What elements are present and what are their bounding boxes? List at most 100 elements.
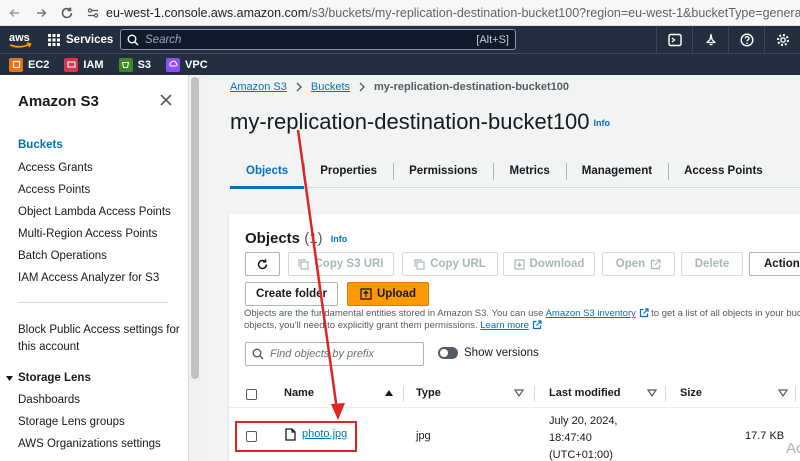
download-label: Download: [529, 258, 585, 270]
tab-metrics[interactable]: Metrics: [493, 154, 565, 188]
ec2-icon: [9, 57, 23, 72]
cloudshell-icon[interactable]: [656, 26, 692, 53]
sidebar-item-access-points[interactable]: Access Points: [18, 184, 90, 196]
s3-icon: [118, 57, 133, 72]
sidebar-item-multi-region[interactable]: Multi-Region Access Points: [18, 228, 157, 240]
show-versions-label: Show versions: [464, 347, 539, 359]
bell-icon[interactable]: [692, 26, 728, 53]
inventory-link[interactable]: Amazon S3 inventory: [546, 308, 636, 319]
favorite-s3[interactable]: S3: [118, 57, 151, 72]
chevron-right-icon: [295, 82, 303, 92]
object-type: jpg: [416, 430, 431, 442]
tab-access-points[interactable]: Access Points: [668, 154, 779, 188]
sidebar-item-access-grants[interactable]: Access Grants: [18, 162, 93, 174]
refresh-button[interactable]: [245, 252, 280, 276]
external-link-icon: [532, 320, 542, 330]
download-button[interactable]: Download: [503, 252, 595, 276]
sidebar-section-storage-lens[interactable]: Storage Lens: [5, 372, 91, 384]
sort-icon[interactable]: [778, 389, 788, 397]
column-divider: [795, 386, 796, 402]
toggle-switch[interactable]: [438, 347, 458, 359]
select-all-checkbox[interactable]: [246, 389, 257, 400]
tab-properties[interactable]: Properties: [304, 154, 393, 188]
close-icon[interactable]: [158, 92, 174, 108]
global-search-input[interactable]: Search [Alt+S]: [120, 29, 516, 50]
description-text: Objects are the fundamental entities sto…: [244, 308, 544, 319]
windows-watermark: Ac: [786, 440, 800, 457]
main-content: Amazon S3 Buckets my-replication-destina…: [201, 75, 800, 461]
url-path: /s3/buckets/my-replication-destination-b…: [308, 5, 800, 20]
object-last-modified: July 20, 2024, 18:47:40 (UTC+01:00): [549, 413, 618, 461]
breadcrumb-buckets[interactable]: Buckets: [311, 81, 350, 93]
address-bar[interactable]: eu-west-1.console.aws.amazon.com/s3/buck…: [86, 3, 800, 23]
objects-count: (1): [304, 230, 323, 247]
modified-date: July 20, 2024,: [549, 415, 618, 427]
column-header-last-modified[interactable]: Last modified: [549, 387, 621, 399]
copy-url-button[interactable]: Copy URL: [402, 252, 498, 276]
url-host: eu-west-1.console.aws.amazon.com: [106, 5, 309, 20]
forward-icon[interactable]: [30, 2, 52, 24]
tab-permissions[interactable]: Permissions: [393, 154, 493, 188]
description-text: objects, you'll need to explicitly grant…: [244, 320, 478, 331]
sidebar-title: Amazon S3: [18, 93, 99, 110]
favorite-vpc[interactable]: VPC: [166, 57, 208, 72]
reload-icon[interactable]: [56, 2, 78, 24]
download-icon: [513, 258, 525, 270]
back-icon[interactable]: [4, 2, 26, 24]
modified-timezone: (UTC+01:00): [549, 449, 613, 461]
copy-url-label: Copy URL: [430, 258, 486, 270]
search-shortcut: [Alt+S]: [476, 33, 509, 46]
sidebar-item-buckets[interactable]: Buckets: [18, 139, 63, 151]
learn-more-link[interactable]: Learn more: [480, 320, 529, 331]
sidebar-item-batch-operations[interactable]: Batch Operations: [18, 250, 107, 262]
vpc-icon: [166, 57, 181, 72]
sidebar-scrollbar[interactable]: [189, 75, 201, 461]
services-menu[interactable]: Services: [48, 33, 113, 46]
favorite-label: IAM: [83, 58, 104, 71]
favorite-iam[interactable]: IAM: [64, 57, 104, 72]
actions-button[interactable]: Actions: [749, 252, 800, 276]
tab-management[interactable]: Management: [565, 154, 668, 188]
search-icon: [252, 348, 264, 360]
find-objects-input[interactable]: Find objects by prefix: [245, 342, 424, 366]
sidebar-item-block-public-access[interactable]: Block Public Access settings for this ac…: [18, 324, 180, 353]
sidebar-item-org-settings[interactable]: AWS Organizations settings: [18, 438, 161, 450]
column-header-name[interactable]: Name: [284, 387, 314, 399]
sort-ascending-icon[interactable]: [384, 389, 394, 397]
column-header-type[interactable]: Type: [416, 387, 441, 399]
show-versions-toggle[interactable]: Show versions: [438, 347, 539, 359]
upload-label: Upload: [377, 288, 416, 300]
upload-button[interactable]: Upload: [347, 282, 429, 306]
sidebar-item-dashboards[interactable]: Dashboards: [18, 394, 80, 406]
column-divider: [534, 386, 535, 402]
breadcrumb-amazon-s3[interactable]: Amazon S3: [230, 81, 287, 93]
gear-icon[interactable]: [764, 26, 800, 53]
sort-icon[interactable]: [647, 389, 657, 397]
tab-objects[interactable]: Objects: [230, 154, 305, 189]
actions-label: Actions: [764, 258, 800, 270]
info-link[interactable]: Info: [594, 118, 611, 128]
sidebar-item-iam-analyzer[interactable]: IAM Access Analyzer for S3: [18, 272, 159, 284]
copy-s3-uri-button[interactable]: Copy S3 URI: [288, 252, 394, 276]
site-settings-icon[interactable]: [86, 4, 100, 22]
help-icon[interactable]: [728, 26, 764, 53]
objects-description: Objects are the fundamental entities sto…: [244, 308, 800, 332]
delete-label: Delete: [694, 258, 730, 270]
open-button[interactable]: Open: [602, 252, 675, 276]
column-header-size[interactable]: Size: [680, 387, 702, 399]
modified-time: 18:47:40: [549, 432, 592, 444]
objects-info-link[interactable]: Info: [331, 234, 348, 244]
sidebar-item-object-lambda[interactable]: Object Lambda Access Points: [18, 206, 171, 218]
create-folder-button[interactable]: Create folder: [245, 282, 338, 306]
browser-toolbar: eu-west-1.console.aws.amazon.com/s3/buck…: [0, 0, 800, 26]
sidebar-item-storage-lens-groups[interactable]: Storage Lens groups: [18, 416, 125, 428]
column-divider: [403, 386, 404, 402]
aws-logo[interactable]: aws: [8, 29, 34, 51]
favorite-ec2[interactable]: EC2: [9, 57, 49, 72]
copy-s3-uri-label: Copy S3 URI: [314, 258, 384, 270]
scrollbar-thumb[interactable]: [191, 77, 199, 379]
caret-down-icon: [6, 375, 13, 381]
sort-icon[interactable]: [514, 389, 524, 397]
delete-button[interactable]: Delete: [681, 252, 743, 276]
search-icon: [127, 34, 139, 46]
